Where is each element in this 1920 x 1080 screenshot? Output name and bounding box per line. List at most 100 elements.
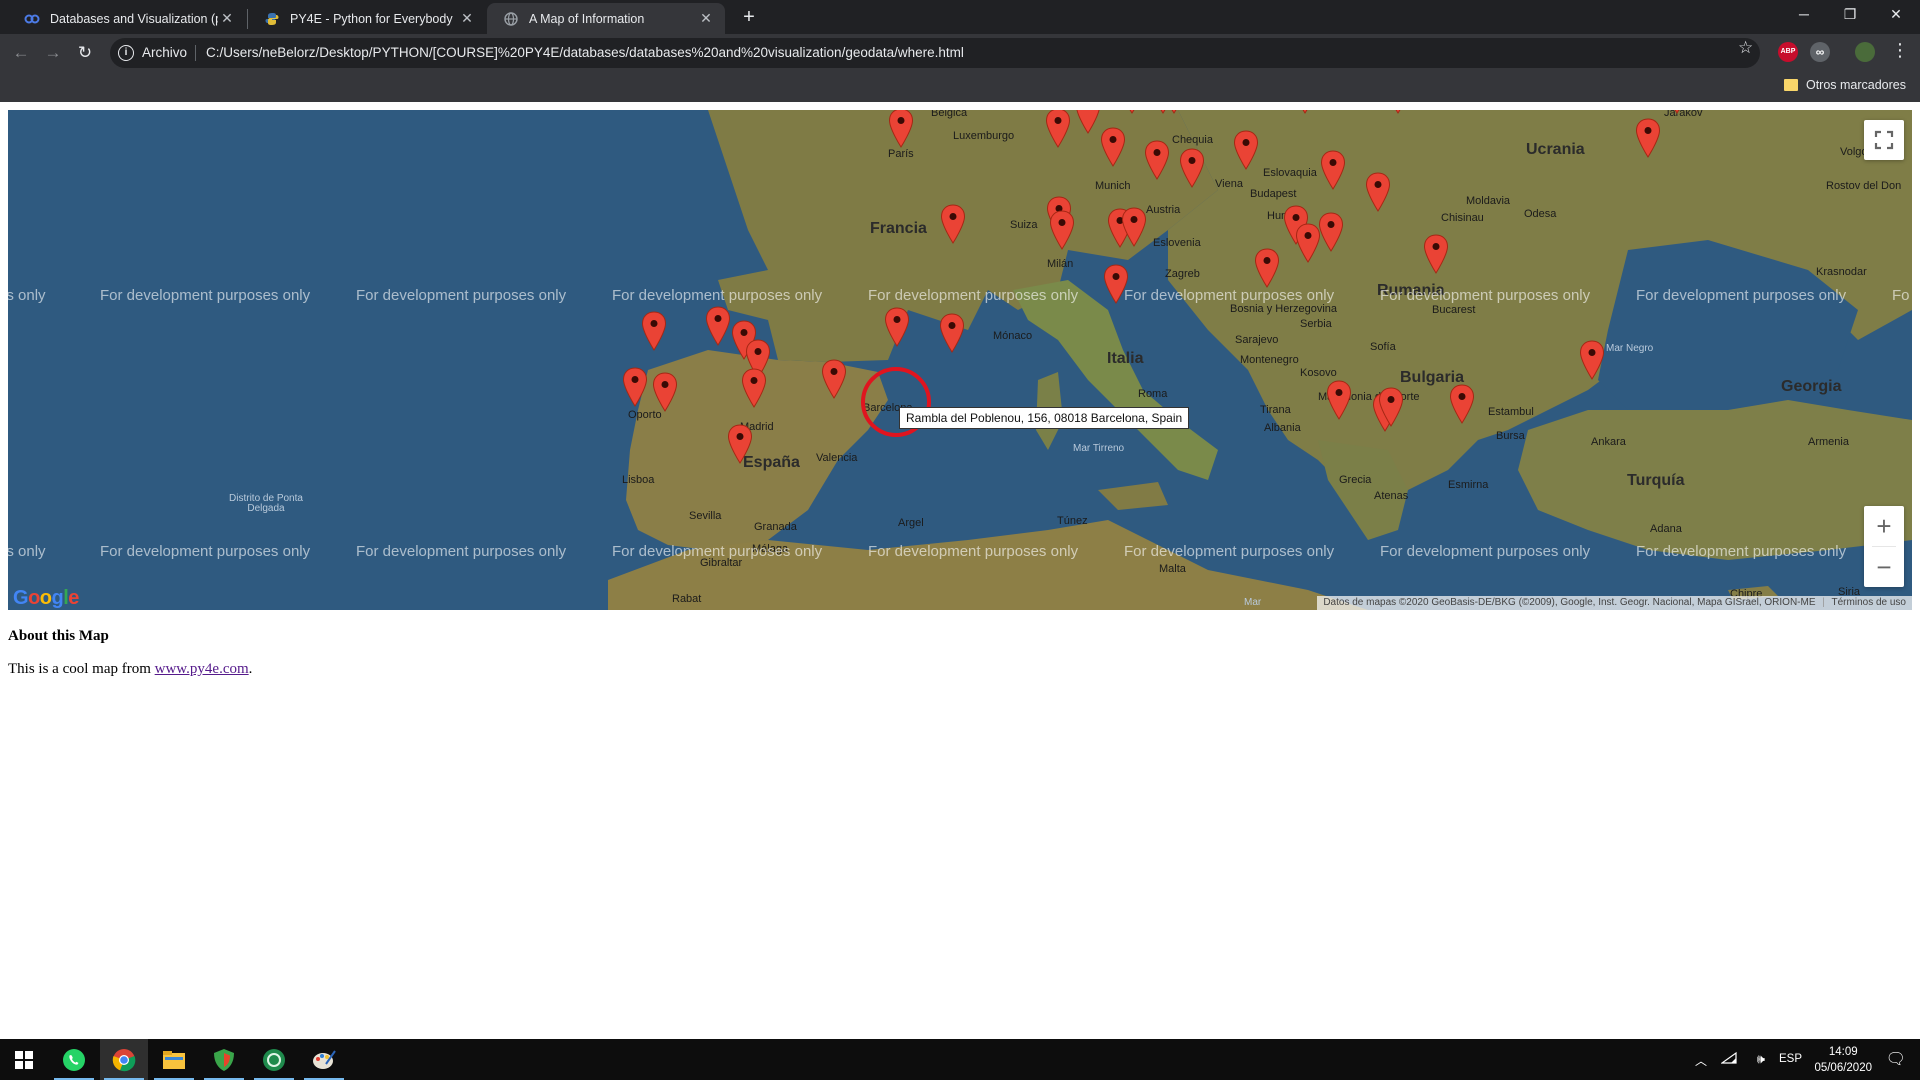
map-marker-icon[interactable] <box>1365 172 1391 212</box>
about-heading: About this Map <box>8 628 109 644</box>
py4e-link[interactable]: www.py4e.com <box>155 661 249 677</box>
tab-close-icon[interactable]: ✕ <box>697 10 715 27</box>
minimize-button[interactable]: ─ <box>1781 0 1827 30</box>
adblock-extension-icon[interactable]: ABP <box>1778 42 1798 62</box>
map-marker-icon[interactable] <box>1423 234 1449 274</box>
map-label: Lisboa <box>622 474 655 486</box>
map-label: Malta <box>1159 563 1186 575</box>
tab-close-icon[interactable]: ✕ <box>218 10 236 27</box>
map-marker-icon[interactable] <box>1049 210 1075 250</box>
map-marker-icon[interactable] <box>641 311 667 351</box>
map-label: Bélgica <box>931 110 968 119</box>
map-label: Budapest <box>1250 188 1297 200</box>
map-marker-icon[interactable] <box>1233 130 1259 170</box>
map-marker-icon[interactable] <box>1121 207 1147 247</box>
map-marker-icon[interactable] <box>1326 380 1352 420</box>
zoom-out-button[interactable]: − <box>1864 547 1904 587</box>
volume-icon[interactable]: 🕪 <box>1757 1051 1765 1067</box>
chrome-taskbar-button[interactable] <box>100 1039 148 1080</box>
map-marker-icon[interactable] <box>821 359 847 399</box>
fullscreen-button[interactable] <box>1864 120 1904 160</box>
start-button[interactable] <box>0 1039 48 1080</box>
map-marker-icon[interactable] <box>1045 110 1071 148</box>
address-url[interactable]: C:/Users/neBelorz/Desktop/PYTHON/[COURSE… <box>206 45 964 60</box>
language-indicator[interactable]: ESP <box>1779 1053 1802 1065</box>
map-marker-icon[interactable] <box>1179 148 1205 188</box>
google-logo: Google <box>13 587 79 609</box>
map-marker-icon[interactable] <box>1664 110 1690 114</box>
map-label: Roma <box>1138 388 1168 400</box>
tab-close-icon[interactable]: ✕ <box>458 10 476 27</box>
map-marker-icon[interactable] <box>1144 140 1170 180</box>
map-marker-icon[interactable] <box>940 204 966 244</box>
forward-icon[interactable]: → <box>40 40 66 66</box>
map-marker-icon[interactable] <box>1103 264 1129 304</box>
map-marker-icon[interactable] <box>727 424 753 464</box>
info-icon[interactable]: i <box>118 45 134 61</box>
map-marker-icon[interactable] <box>1075 110 1101 134</box>
dev-watermark: For development purposes only <box>356 543 567 560</box>
map-marker-icon[interactable] <box>1254 248 1280 288</box>
back-icon[interactable]: ← <box>8 40 34 66</box>
coursera-icon <box>24 11 40 27</box>
extension-icon[interactable]: ∞ <box>1810 42 1830 62</box>
clock[interactable]: 14:09 05/06/2020 <box>1814 1044 1872 1076</box>
tab-map-of-information[interactable]: A Map of Information ✕ <box>487 3 725 34</box>
zoom-in-button[interactable]: + <box>1864 506 1904 546</box>
page-content: Bélgica Luxemburgo Francia Suiza Chequia… <box>0 102 1920 1039</box>
file-explorer-taskbar-button[interactable] <box>150 1039 198 1080</box>
map-label: Francia <box>870 220 927 237</box>
map-marker-icon[interactable] <box>652 372 678 412</box>
chevron-up-icon[interactable]: ︿ <box>1695 1052 1707 1069</box>
google-map[interactable]: Bélgica Luxemburgo Francia Suiza Chequia… <box>8 110 1912 610</box>
restore-button[interactable]: ❐ <box>1827 0 1873 30</box>
browser-menu-icon[interactable]: ⋮ <box>1890 40 1910 61</box>
map-marker-icon[interactable] <box>741 368 767 408</box>
map-label: Sevilla <box>689 510 722 522</box>
map-marker-icon[interactable] <box>1449 384 1475 424</box>
map-marker-icon[interactable] <box>1100 127 1126 167</box>
map-marker-icon[interactable] <box>1320 150 1346 190</box>
whatsapp-icon <box>63 1048 85 1071</box>
map-marker-icon[interactable] <box>1579 340 1605 380</box>
map-marker-icon[interactable] <box>1318 212 1344 252</box>
vpn-taskbar-button[interactable] <box>200 1039 248 1080</box>
reload-icon[interactable]: ↻ <box>72 40 98 66</box>
dev-watermark: For development purposes only <box>612 287 823 304</box>
map-marker-icon[interactable] <box>705 306 731 346</box>
dev-watermark: For development purposes only <box>100 543 311 560</box>
terms-link[interactable]: Términos de uso <box>1832 597 1906 608</box>
close-window-button[interactable]: ✕ <box>1873 0 1919 30</box>
map-label: Bursa <box>1496 430 1525 442</box>
tab-py4e[interactable]: PY4E - Python for Everybody ✕ <box>248 3 486 34</box>
new-tab-button[interactable]: + <box>737 6 761 30</box>
whatsapp-taskbar-button[interactable] <box>50 1039 98 1080</box>
map-marker-icon[interactable] <box>1119 110 1145 114</box>
map-label: Georgia <box>1781 378 1842 395</box>
map-label: Eslovaquia <box>1263 167 1317 179</box>
tab-databases[interactable]: Databases and Visualization (pee ✕ <box>8 3 246 34</box>
tab-strip: Databases and Visualization (pee ✕ PY4E … <box>0 0 1920 34</box>
address-bar[interactable]: i Archivo C:/Users/neBelorz/Desktop/PYTH… <box>110 38 1760 68</box>
map-marker-icon[interactable] <box>884 307 910 347</box>
map-label: Distrito de Ponta Delgada <box>229 493 303 514</box>
profile-avatar[interactable] <box>1855 42 1875 62</box>
map-label: Munich <box>1095 180 1131 192</box>
network-icon[interactable] <box>1720 1051 1737 1068</box>
map-marker-icon[interactable] <box>1635 118 1661 158</box>
map-marker-icon[interactable] <box>1385 110 1411 114</box>
map-marker-icon[interactable] <box>939 313 965 353</box>
map-marker-icon[interactable] <box>888 110 914 148</box>
map-marker-icon[interactable] <box>1378 387 1404 427</box>
map-label: Mar Negro <box>1606 343 1654 354</box>
map-marker-icon[interactable] <box>622 367 648 407</box>
python-app-taskbar-button[interactable] <box>250 1039 298 1080</box>
paint-taskbar-button[interactable] <box>300 1039 348 1080</box>
dev-watermark: For development purposes only <box>868 287 1079 304</box>
notifications-icon[interactable]: 🗨 <box>1886 1049 1906 1069</box>
bookmark-star-icon[interactable]: ☆ <box>1738 38 1753 58</box>
map-marker-icon[interactable] <box>1150 110 1176 114</box>
map-marker-icon[interactable] <box>1292 110 1318 114</box>
other-bookmarks-folder[interactable]: Otros marcadores <box>1783 78 1906 92</box>
map-marker-icon[interactable] <box>1295 223 1321 263</box>
